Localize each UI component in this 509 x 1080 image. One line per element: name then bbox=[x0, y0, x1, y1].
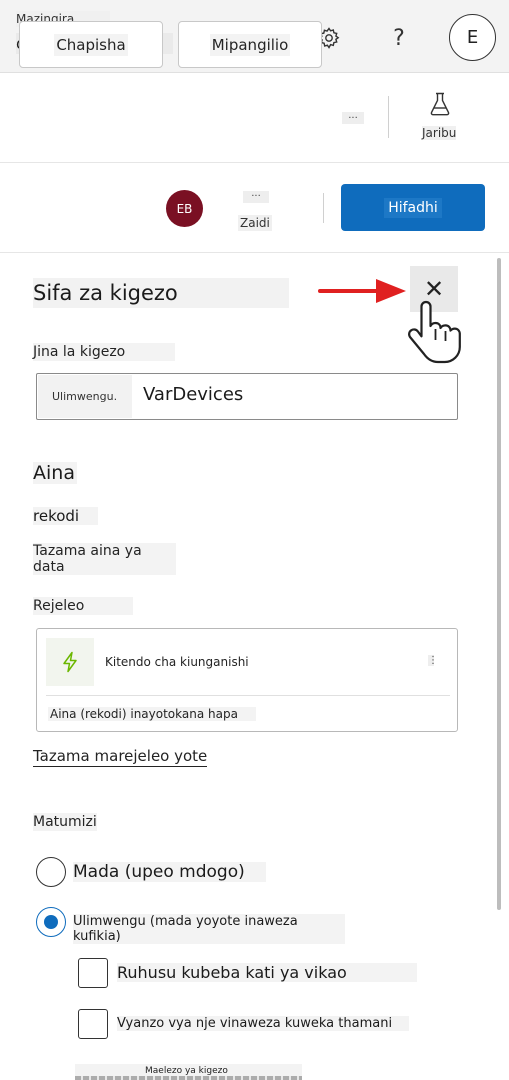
more-button[interactable]: Zaidi bbox=[238, 215, 272, 231]
overflow-button[interactable]: ... bbox=[342, 111, 364, 124]
reference-subtitle: Aina (rekodi) inayotokana hapa bbox=[48, 707, 256, 721]
reference-card[interactable]: Kitendo cha kiunganishi ⋮ Aina (rekodi) … bbox=[36, 628, 458, 732]
reference-icon-box bbox=[46, 638, 94, 686]
scope-global-radio[interactable] bbox=[36, 907, 66, 937]
view-data-type-link[interactable]: Tazama aina ya data bbox=[33, 543, 176, 575]
external-sources-label: Vyanzo vya nje vinaweza kuweka thamani bbox=[117, 1016, 409, 1031]
user-avatar[interactable]: E bbox=[449, 14, 496, 61]
help-button[interactable]: ? bbox=[381, 20, 417, 56]
description-label: Maelezo ya kigezo bbox=[145, 1066, 228, 1076]
save-label: Hifadhi bbox=[384, 197, 442, 218]
usage-label: Matumizi bbox=[33, 813, 97, 831]
red-arrow-icon bbox=[318, 279, 406, 303]
more-icon[interactable]: ... bbox=[243, 189, 269, 203]
type-heading: Aina bbox=[33, 462, 77, 484]
scope-topic-label: Mada (upeo mdogo) bbox=[73, 862, 266, 882]
clipped-content bbox=[75, 1076, 302, 1080]
name-value: VarDevices bbox=[143, 384, 244, 405]
type-value: rekodi bbox=[33, 507, 98, 525]
test-button[interactable]: Jaribu bbox=[420, 92, 460, 142]
flask-icon bbox=[430, 92, 450, 116]
publish-label: Chapisha bbox=[54, 33, 128, 56]
reference-menu-button[interactable]: ⋮ bbox=[428, 655, 438, 666]
carry-over-label: Ruhusu kubeba kati ya vikao bbox=[117, 963, 417, 982]
reference-label: Rejeleo bbox=[33, 597, 133, 615]
settings-tab-button[interactable]: Mipangilio bbox=[178, 21, 322, 68]
test-label: Jaribu bbox=[422, 126, 457, 140]
save-button[interactable]: Hifadhi bbox=[341, 184, 485, 231]
external-sources-checkbox[interactable] bbox=[78, 1009, 108, 1039]
scope-topic-radio[interactable] bbox=[36, 857, 66, 887]
settings-label: Mipangilio bbox=[209, 33, 291, 56]
name-prefix: Ulimwengu. bbox=[38, 375, 132, 418]
collaborator-avatar[interactable]: EB bbox=[166, 190, 203, 227]
panel-title: Sifa za kigezo bbox=[33, 278, 289, 308]
reference-name: Kitendo cha kiunganishi bbox=[105, 655, 249, 669]
divider bbox=[388, 96, 389, 138]
question-icon: ? bbox=[393, 25, 405, 51]
divider bbox=[323, 193, 324, 223]
scope-global-label: Ulimwengu (mada yoyote inaweza kufikia) bbox=[73, 914, 345, 944]
hand-pointer-icon bbox=[408, 300, 461, 364]
divider bbox=[46, 695, 450, 696]
carry-over-checkbox[interactable] bbox=[78, 958, 108, 988]
publish-button[interactable]: Chapisha bbox=[19, 21, 163, 68]
name-label: Jina la kigezo bbox=[33, 343, 175, 361]
description-section: Maelezo ya kigezo bbox=[75, 1064, 302, 1080]
view-all-references-link[interactable]: Tazama marejeleo yote bbox=[33, 747, 208, 767]
lightning-icon bbox=[63, 651, 77, 673]
variable-name-input[interactable]: Ulimwengu. VarDevices bbox=[36, 373, 458, 420]
panel-scrollbar[interactable] bbox=[497, 258, 501, 910]
